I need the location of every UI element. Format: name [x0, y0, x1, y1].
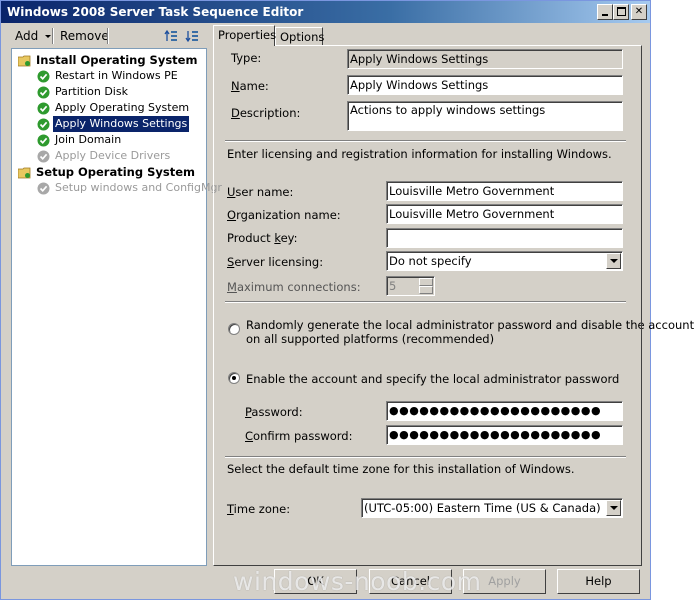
check-icon — [37, 150, 50, 163]
move-up-icon[interactable] — [164, 29, 178, 43]
task-sequence-tree[interactable]: Install Operating System Restart in Wind… — [11, 48, 222, 566]
tree-item-label: Install Operating System — [36, 53, 198, 67]
minimize-icon — [602, 14, 608, 16]
add-menu-button[interactable]: Add — [11, 28, 55, 44]
cancel-button[interactable]: Cancel — [369, 569, 452, 594]
check-icon — [37, 86, 50, 99]
tree-item-label: Setup Operating System — [36, 165, 196, 179]
tab-options[interactable]: Options — [275, 27, 324, 45]
title-bar[interactable]: Windows 2008 Server Task Sequence Editor… — [1, 1, 650, 23]
tab-properties[interactable]: Properties — [213, 25, 276, 46]
check-icon — [37, 118, 50, 131]
check-icon — [37, 70, 50, 83]
folder-icon — [18, 55, 31, 67]
tree-item-label: Setup windows and ConfigMgr — [55, 181, 222, 194]
add-label: Add — [15, 29, 39, 43]
window-title: Windows 2008 Server Task Sequence Editor — [7, 5, 304, 19]
close-button[interactable]: ✕ — [631, 4, 647, 20]
toolbar-separator — [52, 28, 54, 44]
close-icon: ✕ — [634, 6, 644, 17]
sequence-toolbar: Add Remove — [9, 26, 207, 46]
tree-item-label: Apply Windows Settings — [51, 115, 191, 133]
move-down-icon[interactable] — [185, 29, 199, 43]
ok-button[interactable]: OK — [274, 569, 357, 594]
tree-item-label: Partition Disk — [55, 85, 128, 98]
check-icon — [37, 182, 50, 195]
maximize-icon — [616, 7, 626, 16]
properties-panel — [213, 45, 642, 566]
maximize-button[interactable] — [613, 4, 629, 20]
folder-icon — [18, 167, 31, 179]
help-button[interactable]: Help — [557, 569, 640, 594]
tree-item-label: Apply Operating System — [55, 101, 190, 114]
check-icon — [37, 102, 50, 115]
check-icon — [37, 134, 50, 147]
toolbar-separator — [107, 28, 109, 44]
apply-button[interactable]: Apply — [463, 569, 546, 594]
tree-item-label: Apply Device Drivers — [55, 149, 171, 162]
dropdown-arrow-icon — [45, 35, 52, 38]
minimize-button[interactable] — [597, 4, 613, 20]
tree-item-label: Join Domain — [55, 133, 122, 146]
task-sequence-editor-window: Windows 2008 Server Task Sequence Editor… — [0, 0, 694, 600]
tree-item-label: Restart in Windows PE — [55, 69, 178, 82]
remove-button[interactable]: Remove — [56, 28, 113, 44]
